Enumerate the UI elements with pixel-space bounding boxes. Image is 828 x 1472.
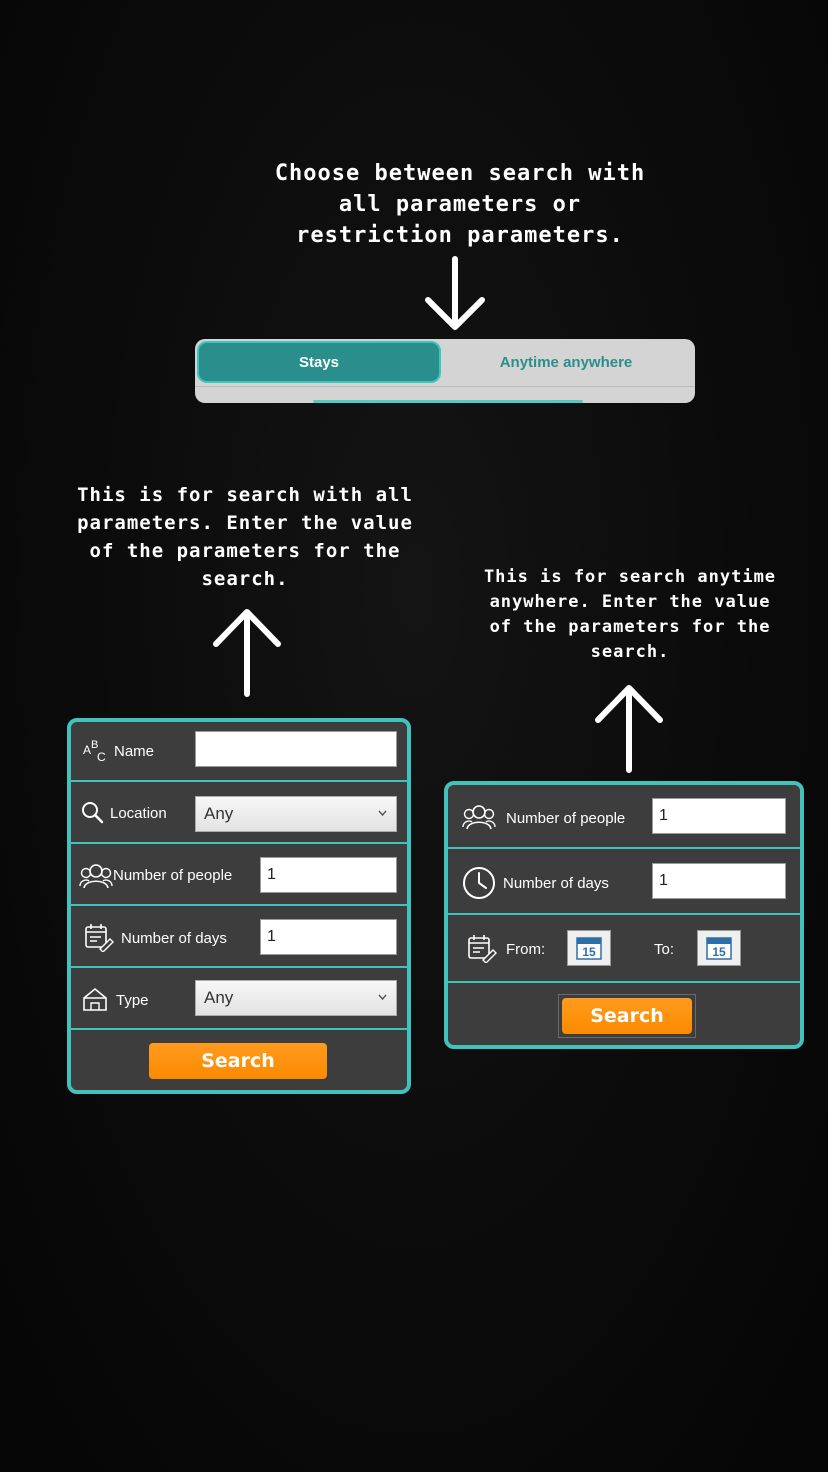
people-icon	[79, 864, 113, 889]
type-row: Type Any	[71, 968, 407, 1030]
people-icon	[462, 805, 496, 830]
annotation-line: all parameters or	[338, 192, 582, 217]
type-select[interactable]: Any	[195, 980, 397, 1016]
annotation-line: search.	[201, 568, 289, 590]
people-input[interactable]	[260, 857, 397, 893]
annotation-line: This is for search with all	[77, 484, 413, 506]
annotation-top: Choose between search with all parameter…	[240, 158, 680, 251]
search-icon	[82, 802, 104, 824]
up-arrow-icon	[595, 685, 663, 773]
annotation-line: parameters. Enter the value	[77, 512, 413, 534]
days-input[interactable]	[652, 863, 786, 899]
calendar-day: 15	[582, 945, 596, 959]
location-value: Any	[204, 804, 234, 823]
location-select[interactable]: Any	[195, 796, 397, 832]
calendar-day: 15	[712, 945, 726, 959]
name-label: Name	[114, 743, 155, 760]
days-label: Number of days	[503, 875, 609, 892]
people-row: Number of people	[448, 785, 800, 849]
tab-divider	[195, 386, 695, 387]
tab-stays[interactable]: Stays	[197, 341, 441, 383]
calendar-edit-icon	[85, 924, 114, 952]
annotation-right: This is for search anytime anywhere. Ent…	[452, 565, 808, 665]
tab-indicator	[313, 400, 583, 403]
from-date-picker[interactable]: 15	[567, 930, 611, 966]
chevron-down-icon	[378, 810, 387, 817]
annotation-line: of the parameters for the	[89, 540, 401, 562]
annotation-line: anywhere. Enter the value	[489, 592, 771, 612]
all-parameters-form: A B C Name Location Any Number of people	[67, 718, 411, 1094]
tab-anytime-anywhere[interactable]: Anytime anywhere	[441, 341, 691, 383]
down-arrow-icon	[425, 256, 485, 330]
anytime-anywhere-form: Number of people Number of days From: 15…	[444, 781, 804, 1049]
people-label: Number of people	[506, 810, 626, 827]
search-button[interactable]: Search	[149, 1043, 327, 1079]
type-value: Any	[204, 988, 234, 1007]
annotation-line: search.	[590, 642, 670, 662]
annotation-line: of the parameters for the	[489, 617, 771, 637]
people-row: Number of people	[71, 844, 407, 906]
svg-text:A: A	[83, 743, 91, 757]
to-label: To:	[654, 941, 675, 958]
days-row: Number of days	[71, 906, 407, 968]
house-icon	[83, 987, 107, 1011]
type-label: Type	[116, 992, 149, 1009]
name-row: A B C Name	[71, 722, 407, 782]
search-mode-tabs: Stays Anytime anywhere	[195, 339, 695, 403]
annotation-line: restriction parameters.	[296, 223, 624, 248]
annotation-line: Choose between search with	[274, 161, 646, 186]
days-label: Number of days	[121, 930, 227, 947]
days-input[interactable]	[260, 919, 397, 955]
annotation-left: This is for search with all parameters. …	[40, 481, 450, 593]
calendar-icon: 15	[706, 937, 732, 960]
clock-icon	[463, 867, 495, 899]
from-label: From:	[506, 941, 546, 958]
chevron-down-icon	[378, 994, 387, 1001]
name-input[interactable]	[195, 731, 397, 767]
people-input[interactable]	[652, 798, 786, 834]
people-label: Number of people	[113, 867, 233, 884]
up-arrow-icon	[213, 609, 281, 697]
svg-text:C: C	[97, 750, 106, 764]
to-date-picker[interactable]: 15	[697, 930, 741, 966]
annotation-line: This is for search anytime	[483, 567, 777, 587]
calendar-icon: 15	[576, 937, 602, 960]
location-row: Location Any	[71, 782, 407, 844]
date-range-row: From: 15 To: 15	[448, 915, 800, 983]
search-button[interactable]: Search	[562, 998, 692, 1034]
days-row: Number of days	[448, 849, 800, 915]
location-label: Location	[110, 805, 167, 822]
calendar-edit-icon	[468, 935, 497, 963]
abc-icon: A B C	[83, 739, 106, 764]
